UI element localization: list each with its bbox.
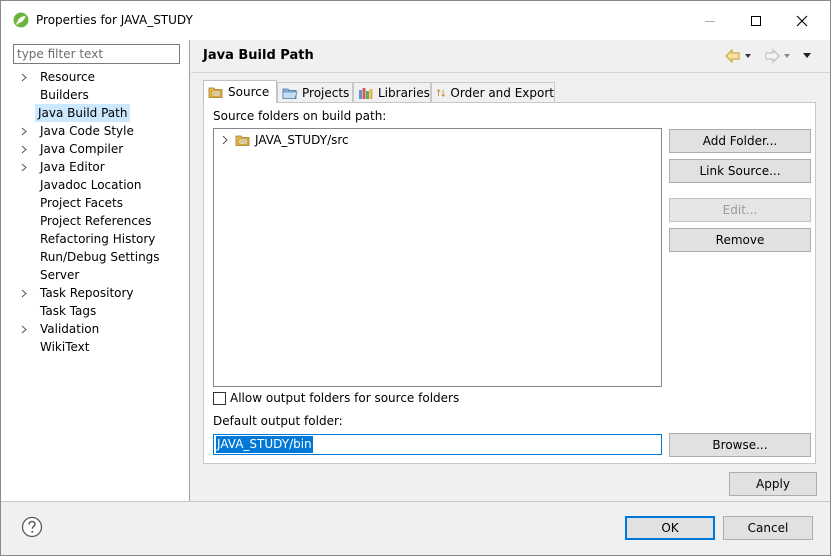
default-output-folder-field[interactable]: JAVA_STUDY/bin: [213, 434, 662, 455]
history-navigation: [725, 48, 811, 64]
sidebar-item-label: Validation: [40, 322, 100, 336]
sidebar-item-label: Builders: [40, 88, 89, 102]
footer-separator: [1, 501, 830, 502]
page-title: Java Build Path: [203, 48, 314, 63]
apply-button[interactable]: Apply: [729, 472, 817, 496]
property-page: Java Build Path Source Projects Librarie…: [191, 40, 830, 501]
back-menu-chevron-down-icon[interactable]: [745, 54, 751, 58]
sidebar-item-server[interactable]: Server: [1, 266, 189, 284]
chevron-right-icon[interactable]: [20, 127, 28, 136]
chevron-right-icon[interactable]: [20, 163, 28, 172]
default-output-folder-label: Default output folder:: [213, 414, 343, 428]
window-title: Properties for JAVA_STUDY: [36, 13, 193, 27]
sidebar-item-task-tags[interactable]: Task Tags: [1, 302, 189, 320]
sidebar-item-label: Refactoring History: [40, 232, 156, 246]
sidebar-item-java-code-style[interactable]: Java Code Style: [1, 122, 189, 140]
close-icon: [796, 15, 808, 26]
close-button[interactable]: [779, 1, 825, 40]
title-bar[interactable]: Properties for JAVA_STUDY: [1, 1, 830, 40]
sidebar-item-javadoc-location[interactable]: Javadoc Location: [1, 176, 189, 194]
sidebar-item-project-facets[interactable]: Project Facets: [1, 194, 189, 212]
tab-label: Source: [228, 85, 270, 99]
sidebar-item-validation[interactable]: Validation: [1, 320, 189, 338]
sidebar-item-wikitext[interactable]: WikiText: [1, 338, 189, 356]
sidebar-item-label: Java Compiler: [40, 142, 124, 156]
order-export-icon: [436, 88, 446, 97]
chevron-right-icon[interactable]: [20, 289, 28, 298]
allow-output-folders-option[interactable]: Allow output folders for source folders: [213, 391, 459, 405]
maximize-button[interactable]: [733, 1, 779, 40]
sidebar-item-java-build-path[interactable]: Java Build Path: [1, 104, 189, 122]
list-item[interactable]: JAVA_STUDY/src: [219, 131, 349, 149]
sidebar-item-label: Java Build Path: [35, 104, 131, 122]
forward-arrow-icon[interactable]: [765, 48, 780, 64]
sidebar-item-label: Task Tags: [40, 304, 97, 318]
header-separator: [191, 72, 830, 73]
tab-source[interactable]: Source: [203, 80, 277, 103]
sidebar-item-project-references[interactable]: Project References: [1, 212, 189, 230]
tab-label: Projects: [302, 85, 350, 100]
tab-label: Libraries: [378, 85, 430, 100]
ok-button[interactable]: OK: [625, 516, 715, 540]
sidebar-item-label: Run/Debug Settings: [40, 250, 160, 264]
sidebar-item-refactoring-history[interactable]: Refactoring History: [1, 230, 189, 248]
maximize-icon: [751, 15, 761, 26]
sidebar-item-builders[interactable]: Builders: [1, 86, 189, 104]
spring-app-icon: [13, 12, 29, 28]
preferences-tree: Resource Builders Java Build Path Java C…: [1, 68, 189, 356]
default-output-folder-value: JAVA_STUDY/bin: [216, 436, 313, 453]
tab-label: Order and Export: [450, 85, 554, 100]
minimize-icon: [705, 20, 715, 22]
tab-order-and-export[interactable]: Order and Export: [431, 82, 555, 102]
sidebar-item-java-compiler[interactable]: Java Compiler: [1, 140, 189, 158]
edit-button[interactable]: Edit...: [669, 198, 811, 222]
source-folders-label: Source folders on build path:: [213, 109, 387, 123]
allow-output-folders-label: Allow output folders for source folders: [230, 391, 460, 405]
add-folder-button[interactable]: Add Folder...: [669, 129, 811, 153]
sidebar-item-label: Java Editor: [40, 160, 105, 174]
tab-projects[interactable]: Projects: [277, 82, 353, 102]
back-arrow-icon[interactable]: [725, 48, 740, 64]
source-folder-name: JAVA_STUDY/src: [255, 133, 349, 147]
tab-libraries[interactable]: Libraries: [353, 82, 431, 102]
preferences-nav-pane: Resource Builders Java Build Path Java C…: [1, 40, 190, 501]
sidebar-item-resource[interactable]: Resource: [1, 68, 189, 86]
chevron-right-icon[interactable]: [20, 145, 28, 154]
link-source-button[interactable]: Link Source...: [669, 159, 811, 183]
sidebar-item-label: Server: [40, 268, 80, 282]
sidebar-item-run-debug-settings[interactable]: Run/Debug Settings: [1, 248, 189, 266]
sidebar-item-label: Project Facets: [40, 196, 123, 210]
properties-dialog: Properties for JAVA_STUDY Resource Build…: [0, 0, 831, 556]
sidebar-item-label: WikiText: [40, 340, 90, 354]
source-folder-icon: [208, 87, 223, 98]
sidebar-item-label: Java Code Style: [40, 124, 134, 138]
allow-output-folders-checkbox[interactable]: [213, 391, 226, 405]
chevron-right-icon[interactable]: [20, 73, 28, 82]
source-folders-list[interactable]: JAVA_STUDY/src: [213, 128, 662, 387]
forward-menu-chevron-down-icon[interactable]: [784, 54, 790, 58]
remove-button[interactable]: Remove: [669, 228, 811, 252]
sidebar-item-label: Javadoc Location: [40, 178, 142, 192]
browse-button[interactable]: Browse...: [669, 433, 811, 457]
sidebar-item-task-repository[interactable]: Task Repository: [1, 284, 189, 302]
source-folder-icon: [235, 135, 250, 146]
sidebar-item-label: Resource: [40, 70, 96, 84]
chevron-right-icon[interactable]: [219, 134, 231, 146]
filter-input[interactable]: [13, 44, 180, 64]
view-menu-icon[interactable]: [803, 53, 811, 58]
sidebar-item-java-editor[interactable]: Java Editor: [1, 158, 189, 176]
sidebar-item-label: Task Repository: [40, 286, 134, 300]
help-icon[interactable]: [21, 516, 43, 538]
source-tab-panel: Source folders on build path: JAVA_STUDY…: [203, 102, 816, 464]
libraries-icon: [359, 87, 373, 99]
minimize-button[interactable]: [687, 1, 733, 40]
projects-folder-icon: [282, 88, 298, 99]
chevron-right-icon[interactable]: [20, 325, 28, 334]
cancel-button[interactable]: Cancel: [723, 516, 813, 540]
sidebar-item-label: Project References: [40, 214, 152, 228]
